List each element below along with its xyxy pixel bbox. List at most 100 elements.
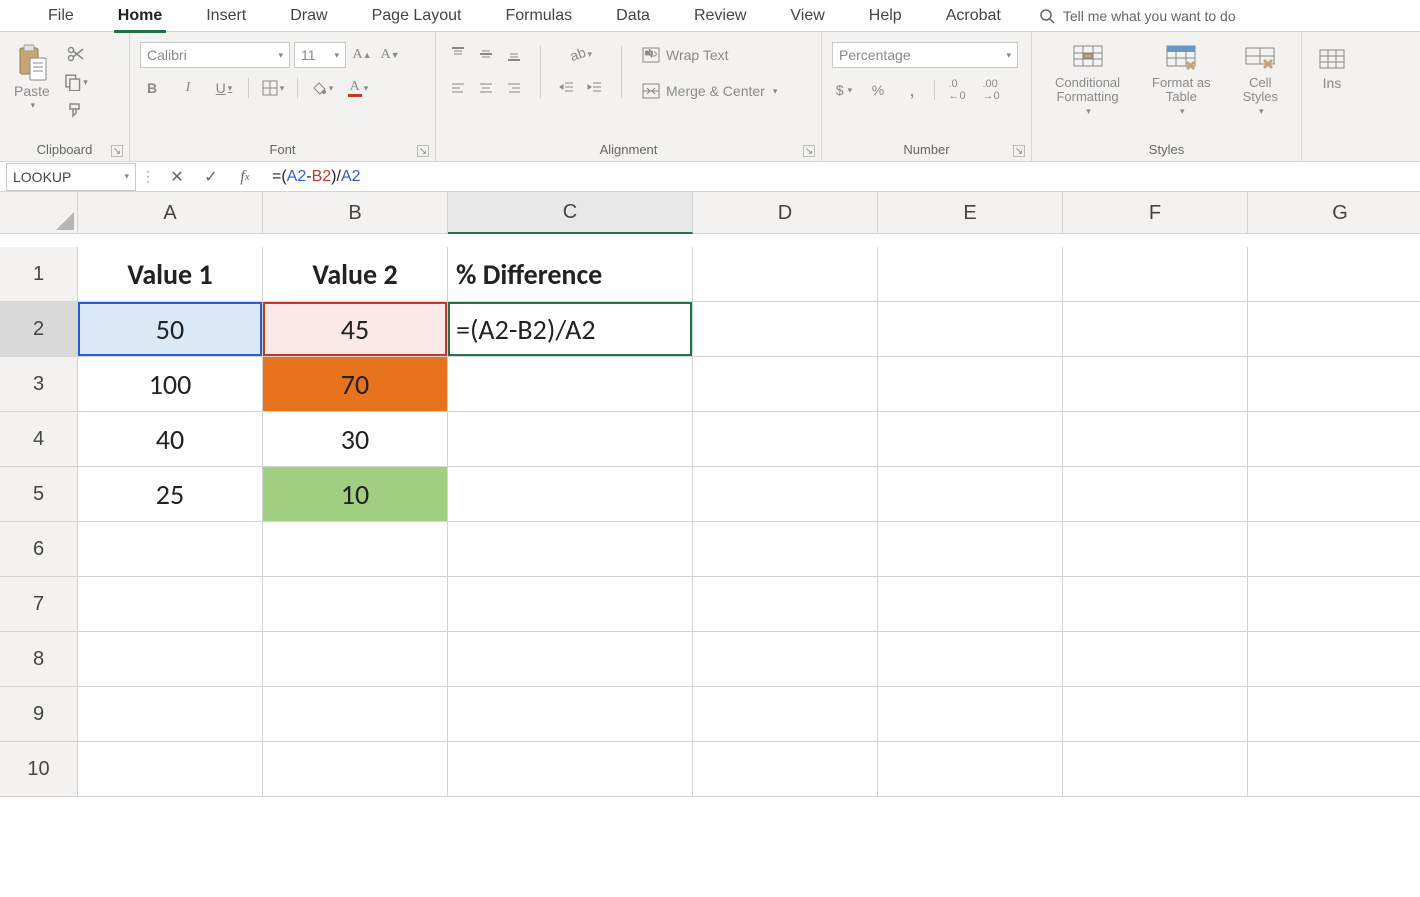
- row-header-4[interactable]: 4: [0, 412, 78, 467]
- paste-button[interactable]: Paste ▾: [10, 42, 54, 113]
- cell-A2[interactable]: 50: [78, 302, 263, 357]
- cell-G1[interactable]: [1248, 247, 1420, 302]
- row-header-8[interactable]: 8: [0, 632, 78, 687]
- tab-data[interactable]: Data: [594, 0, 672, 32]
- cell-C10[interactable]: [448, 742, 693, 797]
- fill-color-button[interactable]: ▾: [310, 76, 334, 100]
- conditional-formatting-button[interactable]: Conditional Formatting▾: [1051, 42, 1124, 118]
- alignment-dialog-launcher[interactable]: ↘: [803, 145, 815, 157]
- col-header-E[interactable]: E: [878, 192, 1063, 234]
- cell-E3[interactable]: [878, 357, 1063, 412]
- insert-function-button[interactable]: fx: [228, 162, 262, 192]
- col-header-B[interactable]: B: [263, 192, 448, 234]
- underline-button[interactable]: U▾: [212, 76, 236, 100]
- namebox-resize-handle[interactable]: ⋮: [136, 168, 160, 185]
- cell-E8[interactable]: [878, 632, 1063, 687]
- cell-F6[interactable]: [1063, 522, 1248, 577]
- cell-F7[interactable]: [1063, 577, 1248, 632]
- increase-decimal-button[interactable]: .0←0: [945, 78, 969, 102]
- cell-E2[interactable]: [878, 302, 1063, 357]
- align-bottom-button[interactable]: [502, 42, 526, 66]
- decrease-indent-button[interactable]: [555, 76, 579, 100]
- font-dialog-launcher[interactable]: ↘: [417, 145, 429, 157]
- tab-help[interactable]: Help: [847, 0, 924, 32]
- cell-styles-button[interactable]: Cell Styles▾: [1239, 42, 1282, 118]
- cell-E1[interactable]: [878, 247, 1063, 302]
- cell-C6[interactable]: [448, 522, 693, 577]
- cell-F1[interactable]: [1063, 247, 1248, 302]
- cell-A6[interactable]: [78, 522, 263, 577]
- tab-view[interactable]: View: [768, 0, 846, 32]
- decrease-font-button[interactable]: A▼: [378, 43, 402, 67]
- col-header-F[interactable]: F: [1063, 192, 1248, 234]
- number-format-select[interactable]: Percentage▾: [832, 42, 1018, 68]
- cell-A1[interactable]: Value 1: [78, 247, 263, 302]
- row-header-1[interactable]: 1: [0, 247, 78, 302]
- tell-me-search[interactable]: Tell me what you want to do: [1039, 8, 1236, 24]
- cell-C5[interactable]: [448, 467, 693, 522]
- align-left-button[interactable]: [446, 76, 470, 100]
- decrease-decimal-button[interactable]: .00→0: [979, 78, 1003, 102]
- confirm-formula-button[interactable]: ✓: [194, 162, 228, 192]
- cell-B6[interactable]: [263, 522, 448, 577]
- cell-F2[interactable]: [1063, 302, 1248, 357]
- align-center-button[interactable]: [474, 76, 498, 100]
- cell-E10[interactable]: [878, 742, 1063, 797]
- cell-F9[interactable]: [1063, 687, 1248, 742]
- tab-draw[interactable]: Draw: [268, 0, 349, 32]
- cell-G5[interactable]: [1248, 467, 1420, 522]
- cell-G10[interactable]: [1248, 742, 1420, 797]
- cell-G7[interactable]: [1248, 577, 1420, 632]
- col-header-A[interactable]: A: [78, 192, 263, 234]
- cell-F8[interactable]: [1063, 632, 1248, 687]
- cancel-formula-button[interactable]: ✕: [160, 162, 194, 192]
- insert-cells-button[interactable]: Ins: [1312, 42, 1352, 93]
- comma-format-button[interactable]: ,: [900, 78, 924, 102]
- font-name-select[interactable]: Calibri▾: [140, 42, 290, 68]
- row-header-7[interactable]: 7: [0, 577, 78, 632]
- cell-G3[interactable]: [1248, 357, 1420, 412]
- clipboard-dialog-launcher[interactable]: ↘: [111, 145, 123, 157]
- font-color-button[interactable]: A▾: [346, 76, 370, 100]
- row-header-2[interactable]: 2: [0, 302, 78, 357]
- tab-insert[interactable]: Insert: [184, 0, 268, 32]
- font-size-select[interactable]: 11▾: [294, 42, 346, 68]
- cell-C2[interactable]: =(A2-B2)/A2: [448, 302, 693, 357]
- borders-button[interactable]: ▾: [261, 76, 285, 100]
- cell-B1[interactable]: Value 2: [263, 247, 448, 302]
- cell-D7[interactable]: [693, 577, 878, 632]
- tab-file[interactable]: File: [26, 0, 96, 32]
- increase-font-button[interactable]: A▲: [350, 43, 374, 67]
- cell-A9[interactable]: [78, 687, 263, 742]
- cell-D5[interactable]: [693, 467, 878, 522]
- format-painter-button[interactable]: [64, 98, 88, 122]
- cell-B10[interactable]: [263, 742, 448, 797]
- cell-F3[interactable]: [1063, 357, 1248, 412]
- row-header-9[interactable]: 9: [0, 687, 78, 742]
- cell-D6[interactable]: [693, 522, 878, 577]
- row-header-5[interactable]: 5: [0, 467, 78, 522]
- increase-indent-button[interactable]: [583, 76, 607, 100]
- align-right-button[interactable]: [502, 76, 526, 100]
- merge-center-button[interactable]: Merge & Center ▾: [636, 78, 783, 104]
- cell-B2[interactable]: 45: [263, 302, 448, 357]
- cell-B8[interactable]: [263, 632, 448, 687]
- cell-E5[interactable]: [878, 467, 1063, 522]
- tab-home[interactable]: Home: [96, 0, 184, 32]
- row-header-6[interactable]: 6: [0, 522, 78, 577]
- cell-E4[interactable]: [878, 412, 1063, 467]
- cell-A4[interactable]: 40: [78, 412, 263, 467]
- number-dialog-launcher[interactable]: ↘: [1013, 145, 1025, 157]
- cell-A3[interactable]: 100: [78, 357, 263, 412]
- align-middle-button[interactable]: [474, 42, 498, 66]
- format-as-table-button[interactable]: Format as Table▾: [1148, 42, 1215, 118]
- cell-B5[interactable]: 10: [263, 467, 448, 522]
- tab-acrobat[interactable]: Acrobat: [924, 0, 1023, 32]
- cell-E7[interactable]: [878, 577, 1063, 632]
- cell-B7[interactable]: [263, 577, 448, 632]
- formula-input[interactable]: =(A2-B2)/A2: [262, 168, 1420, 186]
- cell-A7[interactable]: [78, 577, 263, 632]
- percent-format-button[interactable]: %: [866, 78, 890, 102]
- cut-button[interactable]: [64, 42, 88, 66]
- select-all-corner[interactable]: [0, 192, 78, 234]
